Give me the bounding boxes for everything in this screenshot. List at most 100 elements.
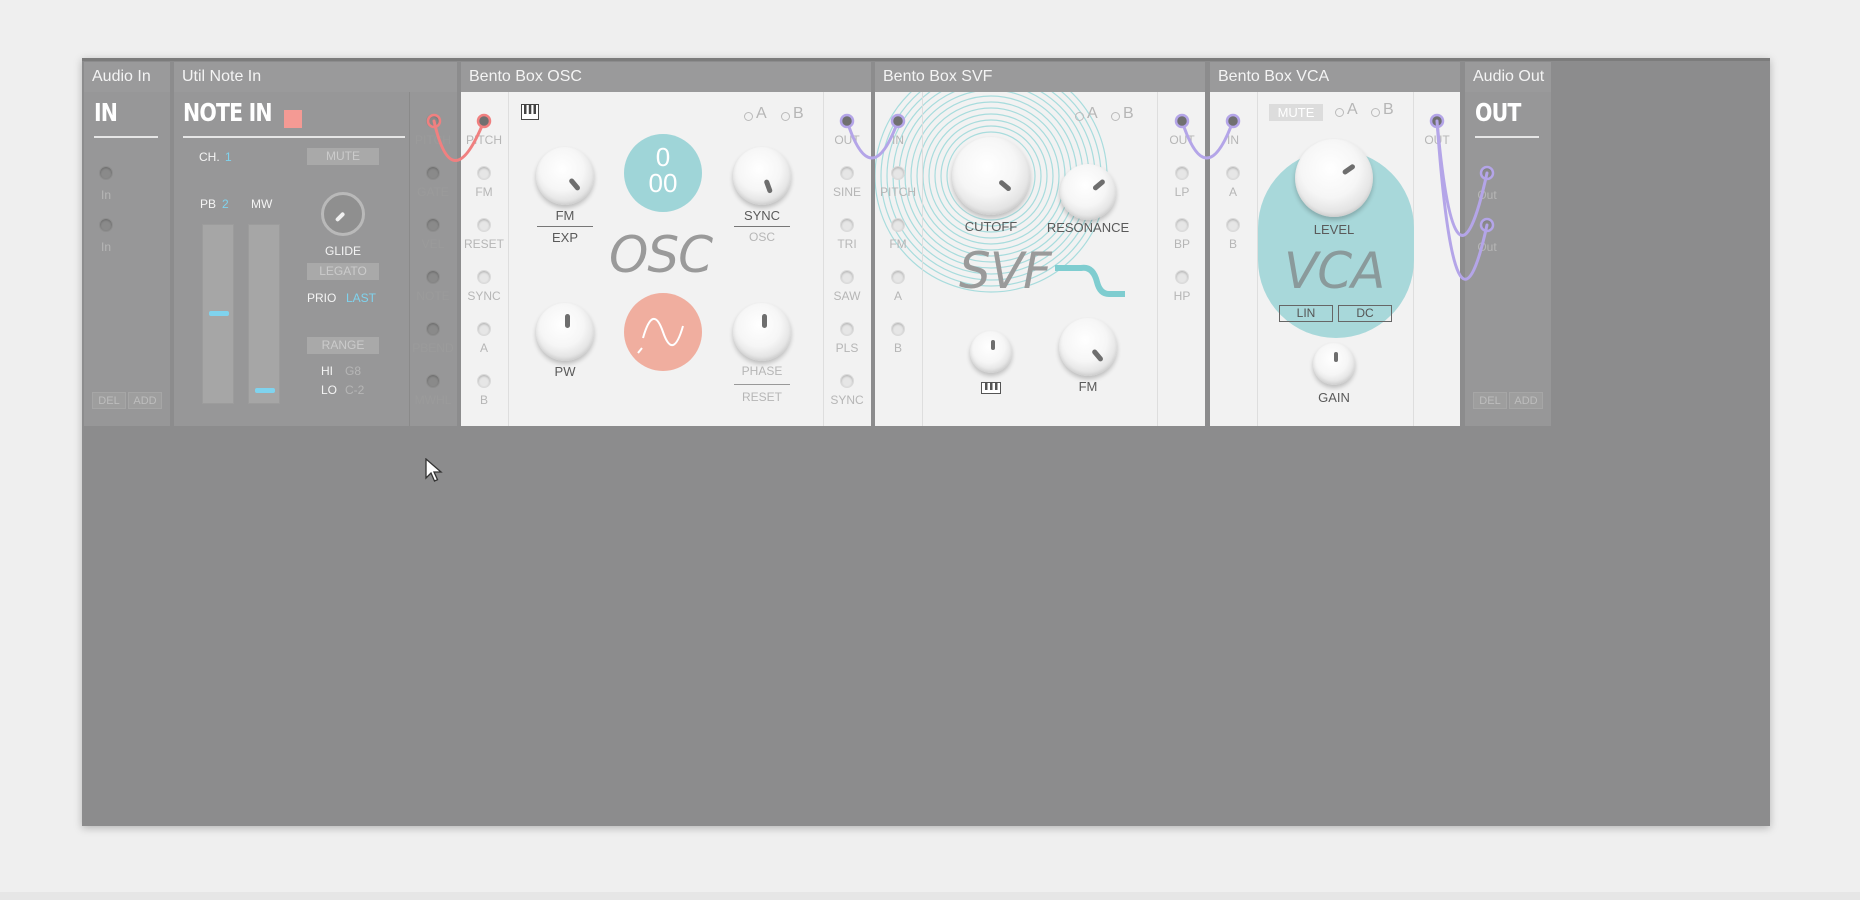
output-jack[interactable]	[426, 114, 440, 128]
ab-radio-a[interactable]	[1075, 112, 1084, 121]
output-jack[interactable]	[426, 374, 440, 388]
cutoff-knob[interactable]	[952, 137, 1030, 215]
input-jack[interactable]	[477, 166, 491, 180]
channel-value[interactable]: 1	[225, 150, 232, 164]
fm-knob[interactable]	[536, 147, 594, 205]
output-jack[interactable]	[1430, 114, 1444, 128]
lin-button[interactable]: LIN	[1279, 305, 1333, 322]
ab-radio-a[interactable]	[1335, 108, 1344, 117]
sync-osc-label: OSC	[748, 230, 776, 244]
output-jack[interactable]	[426, 270, 440, 284]
jack-label: GATE	[417, 185, 449, 199]
input-jack[interactable]	[891, 270, 905, 284]
jack-label: PITCH	[466, 133, 502, 147]
module-header[interactable]: Util Note In	[174, 62, 457, 92]
modwheel-fader[interactable]	[248, 224, 280, 404]
gain-label: GAIN	[1318, 390, 1350, 405]
output-jack[interactable]	[426, 218, 440, 232]
record-indicator[interactable]	[284, 110, 302, 128]
output-jack[interactable]	[1175, 166, 1189, 180]
del-button[interactable]: DEL	[1473, 392, 1507, 409]
input-jack[interactable]	[477, 374, 491, 388]
module-header[interactable]: Audio In	[84, 62, 170, 92]
add-button[interactable]: ADD	[1509, 392, 1543, 409]
output-jack[interactable]	[1480, 218, 1494, 232]
pw-label: PW	[554, 364, 576, 379]
input-jack[interactable]	[1226, 114, 1240, 128]
hi-value[interactable]: G8	[345, 364, 361, 378]
resonance-label: RESONANCE	[1046, 220, 1130, 235]
input-jack[interactable]	[1226, 166, 1240, 180]
module-header[interactable]: Audio Out	[1465, 62, 1551, 92]
output-jack[interactable]	[840, 270, 854, 284]
module-header[interactable]: Bento Box OSC	[461, 62, 871, 92]
legato-button[interactable]: LEGATO	[307, 263, 379, 280]
module-vca[interactable]: Bento Box VCA IN A B MUTE A B LEVEL VCA …	[1210, 62, 1460, 426]
prio-value[interactable]: LAST	[346, 291, 376, 305]
range-button[interactable]: RANGE	[307, 337, 379, 354]
fader-handle[interactable]	[255, 387, 275, 393]
pitchbend-fader[interactable]	[202, 224, 234, 404]
output-jack[interactable]	[426, 166, 440, 180]
fm-knob[interactable]	[1059, 318, 1117, 376]
lo-value[interactable]: C-2	[345, 383, 364, 397]
module-title: VCA	[1284, 242, 1385, 300]
input-jack[interactable]	[891, 114, 905, 128]
fader-handle[interactable]	[209, 311, 229, 316]
ab-radio-a[interactable]	[744, 112, 753, 121]
dc-button[interactable]: DC	[1338, 305, 1392, 322]
output-jack[interactable]	[840, 114, 854, 128]
output-jack[interactable]	[426, 322, 440, 336]
input-jack[interactable]	[1226, 218, 1240, 232]
output-jack[interactable]	[1175, 218, 1189, 232]
ab-radio-b[interactable]	[1371, 108, 1380, 117]
sync-knob[interactable]	[733, 147, 791, 205]
output-jack[interactable]	[1175, 270, 1189, 284]
glide-knob[interactable]	[321, 192, 365, 236]
input-jack[interactable]	[99, 166, 113, 180]
ab-radio-b[interactable]	[1111, 112, 1120, 121]
waveform-display[interactable]	[624, 293, 702, 371]
pw-knob[interactable]	[536, 303, 594, 361]
module-note-in[interactable]: Util Note In NOTE IN CH. 1 MUTE PB 2 MW …	[174, 62, 457, 426]
input-jack[interactable]	[891, 166, 905, 180]
module-header[interactable]: Bento Box VCA	[1210, 62, 1460, 92]
mute-button[interactable]: MUTE	[1269, 104, 1323, 121]
level-knob[interactable]	[1295, 139, 1373, 217]
mute-button[interactable]: MUTE	[307, 148, 379, 165]
jack-label: PLS	[835, 341, 859, 355]
keyboard-tracking-icon[interactable]	[981, 382, 1001, 394]
keyboard-icon[interactable]	[521, 104, 539, 120]
module-audio-in[interactable]: Audio In IN In In DEL ADD	[84, 62, 170, 426]
module-svf[interactable]: Bento Box SVF IN PITCH FM A B A B CUTOFF…	[875, 62, 1205, 426]
jack-label: MWHL	[414, 393, 452, 407]
add-button[interactable]: ADD	[128, 392, 162, 409]
module-title: OSC	[609, 226, 713, 284]
resonance-knob[interactable]	[1060, 164, 1116, 220]
module-audio-out[interactable]: Audio Out OUT Out Out DEL ADD	[1465, 62, 1551, 426]
jack-label: FM	[475, 185, 493, 199]
del-button[interactable]: DEL	[92, 392, 126, 409]
phase-knob[interactable]	[733, 303, 791, 361]
input-jack[interactable]	[891, 322, 905, 336]
output-jack[interactable]	[840, 322, 854, 336]
output-jack[interactable]	[1480, 166, 1494, 180]
fm-attenuator-knob[interactable]	[970, 331, 1012, 373]
output-jack[interactable]	[840, 374, 854, 388]
input-jack[interactable]	[891, 218, 905, 232]
ab-radio-b[interactable]	[781, 112, 790, 121]
gain-knob[interactable]	[1313, 343, 1355, 385]
input-jack[interactable]	[477, 322, 491, 336]
input-jack[interactable]	[477, 270, 491, 284]
reset-label: RESET	[741, 390, 783, 404]
input-jack[interactable]	[477, 114, 491, 128]
output-jack[interactable]	[840, 218, 854, 232]
output-jack[interactable]	[840, 166, 854, 180]
module-header[interactable]: Bento Box SVF	[875, 62, 1205, 92]
output-jack[interactable]	[1175, 114, 1189, 128]
input-jack[interactable]	[99, 218, 113, 232]
pb-value[interactable]: 2	[222, 197, 229, 211]
ab-label-b: B	[1123, 105, 1134, 122]
input-jack[interactable]	[477, 218, 491, 232]
module-osc[interactable]: Bento Box OSC PITCH FM RESET SYNC A B A …	[461, 62, 871, 426]
